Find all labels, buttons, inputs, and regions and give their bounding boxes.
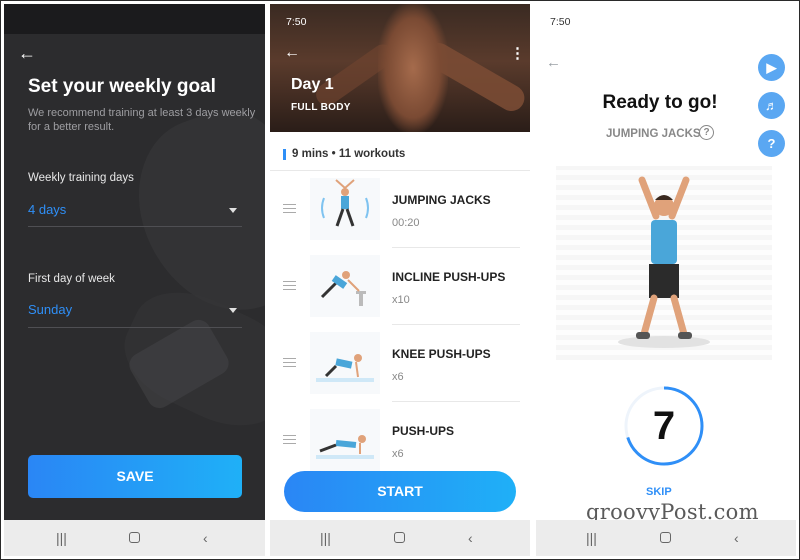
recent-apps-icon[interactable]: ||| xyxy=(320,530,331,546)
exercise-name: INCLINE PUSH-UPS xyxy=(392,270,506,284)
back-arrow-icon[interactable]: ← xyxy=(284,44,300,62)
ready-title: Ready to go! xyxy=(602,92,718,113)
page-title: Set your weekly goal xyxy=(28,76,216,97)
exercise-thumbnail xyxy=(310,409,380,471)
exercise-row[interactable]: INCLINE PUSH-UPS x10 xyxy=(270,249,530,325)
back-icon[interactable]: ‹ xyxy=(203,530,208,546)
exercise-thumbnail xyxy=(310,178,380,240)
exercise-illustration xyxy=(556,166,772,360)
drag-handle-icon[interactable] xyxy=(283,204,296,213)
drag-handle-icon[interactable] xyxy=(283,281,296,290)
summary-accent xyxy=(283,149,286,160)
page-subtitle: We recommend training at least 3 days we… xyxy=(28,107,256,133)
caret-down-icon[interactable] xyxy=(229,308,237,313)
exercise-quantity: x6 xyxy=(392,371,404,383)
exercise-quantity: 00:20 xyxy=(392,217,420,229)
training-days-select[interactable]: 4 days xyxy=(28,202,66,217)
home-icon[interactable] xyxy=(394,532,405,543)
divider xyxy=(392,324,520,325)
help-icon[interactable]: ? xyxy=(758,130,785,157)
exercise-name: PUSH-UPS xyxy=(392,424,455,438)
divider xyxy=(392,247,520,248)
system-nav-bar: ||| ‹ xyxy=(270,520,530,556)
day-title: Day 1 xyxy=(291,76,334,93)
start-button[interactable]: START xyxy=(284,471,516,512)
back-icon[interactable]: ‹ xyxy=(468,530,473,546)
ready-screen: 7:50 ← ▶ ♬ ? Ready to go! JUMPING JACKS … xyxy=(536,4,796,556)
exercise-row[interactable]: PUSH-UPS x6 xyxy=(270,403,530,479)
first-day-label: First day of week xyxy=(28,273,115,285)
workout-summary: 9 mins • 11 workouts xyxy=(292,148,406,160)
exercise-name: KNEE PUSH-UPS xyxy=(392,347,491,361)
divider xyxy=(392,401,520,402)
home-icon[interactable] xyxy=(129,532,140,543)
divider xyxy=(28,327,242,328)
exercise-quantity: x6 xyxy=(392,448,404,460)
save-button[interactable]: SAVE xyxy=(28,455,242,498)
more-vertical-icon[interactable]: ⋮ xyxy=(510,44,525,62)
training-days-label: Weekly training days xyxy=(28,172,134,184)
exercise-row[interactable]: JUMPING JACKS 00:20 xyxy=(270,172,530,248)
skip-button[interactable]: SKIP xyxy=(646,486,672,498)
status-time: 7:50 xyxy=(286,16,307,28)
recent-apps-icon[interactable]: ||| xyxy=(56,530,67,546)
recent-apps-icon[interactable]: ||| xyxy=(586,530,597,546)
exercise-help-icon[interactable]: ? xyxy=(699,125,714,140)
caret-down-icon[interactable] xyxy=(229,208,237,213)
first-day-select[interactable]: Sunday xyxy=(28,302,72,317)
divider xyxy=(28,226,242,227)
drag-handle-icon[interactable] xyxy=(283,435,296,444)
system-nav-bar: ||| ‹ xyxy=(536,520,796,556)
workout-screen: 7:50 ← ⋮ Day 1 FULL BODY 9 mins • 11 wor… xyxy=(270,4,530,556)
back-arrow-icon[interactable]: ← xyxy=(18,44,36,62)
status-bar xyxy=(4,4,265,34)
exercise-thumbnail xyxy=(310,255,380,317)
video-icon[interactable]: ▶ xyxy=(758,54,785,81)
exercise-thumbnail xyxy=(310,332,380,394)
category-label: FULL BODY xyxy=(291,102,351,113)
hero-figure xyxy=(378,4,448,132)
exercise-row[interactable]: KNEE PUSH-UPS x6 xyxy=(270,326,530,402)
back-icon[interactable]: ‹ xyxy=(734,530,739,546)
exercise-name: JUMPING JACKS xyxy=(392,193,491,207)
back-arrow-icon[interactable]: ← xyxy=(546,54,561,71)
exercise-name: JUMPING JACKS xyxy=(606,128,701,140)
status-time: 7:50 xyxy=(550,16,571,28)
divider xyxy=(270,170,530,171)
exercise-quantity: x10 xyxy=(392,294,410,306)
goal-screen: ← Set your weekly goal We recommend trai… xyxy=(4,4,265,556)
countdown-number: 7 xyxy=(652,404,676,448)
home-icon[interactable] xyxy=(660,532,671,543)
system-nav-bar: ||| ‹ xyxy=(4,520,265,556)
drag-handle-icon[interactable] xyxy=(283,358,296,367)
